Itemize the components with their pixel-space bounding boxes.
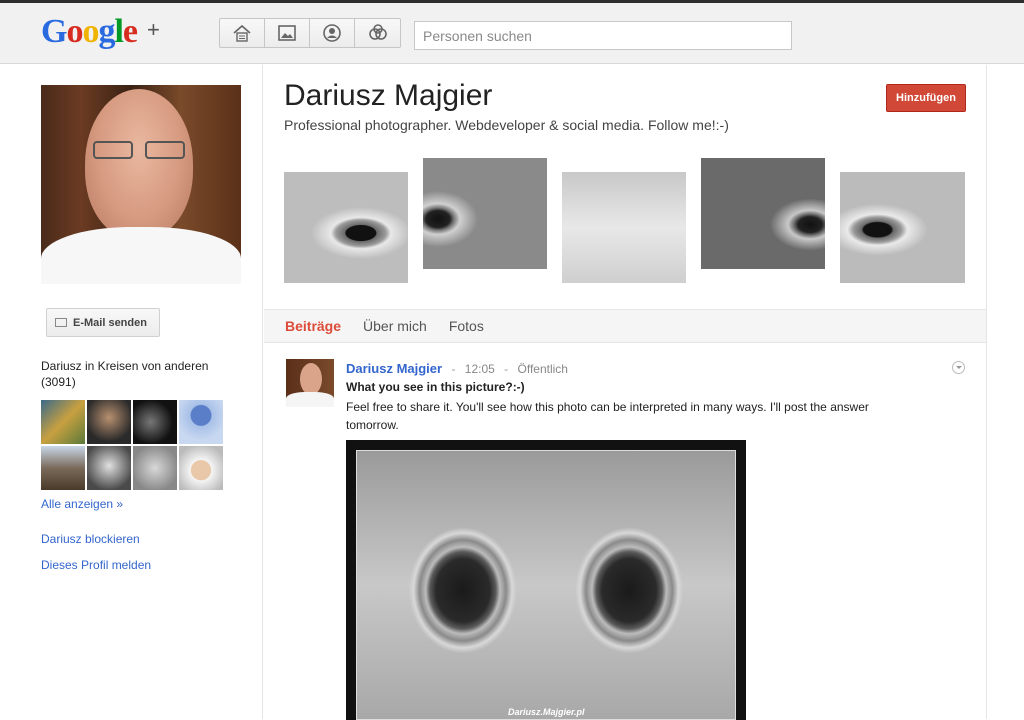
scrapbook-photo[interactable] bbox=[840, 172, 965, 283]
profile-tabs: Beiträge Über mich Fotos bbox=[264, 309, 987, 343]
tab-about[interactable]: Über mich bbox=[363, 318, 427, 334]
tab-photos[interactable]: Fotos bbox=[449, 318, 484, 334]
main-nav bbox=[219, 18, 401, 48]
post-menu-icon[interactable] bbox=[952, 361, 965, 374]
show-all-link[interactable]: Alle anzeigen » bbox=[41, 497, 123, 511]
circles-avatar-grid bbox=[41, 400, 223, 490]
profile-main: Dariusz Majgier Professional photographe… bbox=[264, 65, 987, 720]
circle-avatar[interactable] bbox=[41, 400, 85, 444]
scrapbook-photo[interactable] bbox=[423, 158, 547, 269]
circle-avatar[interactable] bbox=[133, 400, 177, 444]
circle-avatar[interactable] bbox=[133, 446, 177, 490]
google-plus-logo[interactable]: Google + bbox=[41, 13, 160, 51]
scrapbook-photo[interactable] bbox=[701, 158, 825, 269]
home-icon bbox=[233, 24, 251, 42]
add-to-circles-button[interactable]: Hinzufügen bbox=[886, 84, 966, 112]
search-input[interactable] bbox=[414, 21, 792, 50]
profile-icon bbox=[323, 24, 341, 42]
circle-avatar[interactable] bbox=[179, 400, 223, 444]
post-text: Feel free to share it. You'll see how th… bbox=[346, 400, 869, 432]
right-divider bbox=[986, 65, 987, 719]
circle-avatar[interactable] bbox=[87, 400, 131, 444]
tab-posts[interactable]: Beiträge bbox=[285, 318, 341, 334]
profile-button[interactable] bbox=[310, 19, 355, 47]
send-email-label: E-Mail senden bbox=[73, 316, 147, 329]
home-button[interactable] bbox=[220, 19, 265, 47]
post-header: Dariusz Majgier - 12:05 - Öffentlich bbox=[346, 361, 568, 376]
envelope-icon bbox=[55, 318, 67, 327]
profile-tagline: Professional photographer. Webdeveloper … bbox=[284, 117, 729, 133]
send-email-button[interactable]: E-Mail senden bbox=[46, 308, 160, 337]
scrapbook-photo[interactable] bbox=[562, 172, 686, 283]
profile-photo bbox=[41, 85, 241, 284]
block-profile-link[interactable]: Dariusz blockieren bbox=[41, 532, 140, 546]
in-circles-title: Dariusz in Kreisen von anderen (3091) bbox=[41, 359, 209, 389]
image-watermark: Dariusz.Majgier.pl bbox=[508, 707, 585, 717]
photos-icon bbox=[278, 25, 296, 41]
logo-plus: + bbox=[147, 17, 160, 42]
post-time[interactable]: 12:05 bbox=[465, 362, 495, 376]
post-visibility[interactable]: Öffentlich bbox=[518, 362, 568, 376]
circle-avatar[interactable] bbox=[87, 446, 131, 490]
profile-sidebar: E-Mail senden Dariusz in Kreisen von and… bbox=[0, 65, 263, 719]
post-image[interactable] bbox=[346, 440, 746, 720]
photos-button[interactable] bbox=[265, 19, 310, 47]
circles-icon bbox=[368, 24, 387, 40]
top-bar: Google + bbox=[0, 3, 1024, 64]
post-author-avatar[interactable] bbox=[286, 359, 334, 407]
circle-avatar[interactable] bbox=[179, 446, 223, 490]
post-title: What you see in this picture?:-) bbox=[346, 380, 525, 394]
profile-name: Dariusz Majgier bbox=[284, 79, 493, 112]
circles-button[interactable] bbox=[355, 19, 400, 47]
circle-avatar[interactable] bbox=[41, 446, 85, 490]
report-profile-link[interactable]: Dieses Profil melden bbox=[41, 558, 151, 572]
post-author-link[interactable]: Dariusz Majgier bbox=[346, 361, 442, 376]
scrapbook-photo[interactable] bbox=[284, 172, 408, 283]
